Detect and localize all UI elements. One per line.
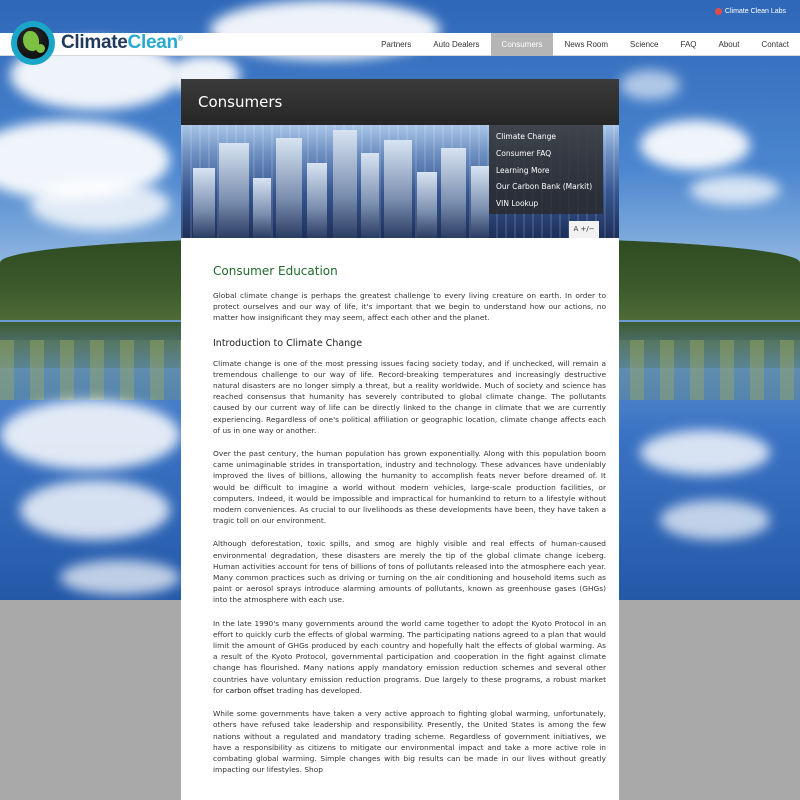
article-paragraph: Although deforestation, toxic spills, an… [213, 539, 606, 605]
logo-wordmark: ClimateClean® [61, 32, 183, 54]
section-menu-consumer-faq[interactable]: Consumer FAQ [496, 146, 603, 163]
panel-header: Consumers [181, 79, 619, 125]
section-menu-vin-lookup[interactable]: VIN Lookup [496, 196, 603, 213]
nav-item-consumers[interactable]: Consumers [490, 33, 554, 56]
logo-word-clean: Clean [127, 32, 179, 53]
article-paragraph: While some governments have taken a very… [213, 709, 606, 775]
labs-logo-icon [714, 8, 722, 15]
article-heading: Consumer Education [213, 264, 338, 278]
hero-city-image: Climate Change Consumer FAQ Learning Mor… [181, 125, 619, 238]
nav-item-about[interactable]: About [708, 33, 751, 56]
main-nav: Partners Auto Dealers Consumers News Roo… [370, 33, 800, 56]
nav-item-science[interactable]: Science [619, 33, 669, 56]
nav-item-news-room[interactable]: News Room [553, 33, 619, 56]
content-panel: Consumers Climate Change Consumer FAQ Le… [181, 79, 619, 800]
nav-item-partners[interactable]: Partners [370, 33, 422, 56]
site-logo[interactable]: ClimateClean® [11, 21, 183, 65]
page-title: Consumers [198, 93, 283, 111]
section-menu: Climate Change Consumer FAQ Learning Mor… [489, 125, 603, 214]
labs-link[interactable]: Climate Clean Labs [714, 8, 786, 15]
article-intro: Global climate change is perhaps the gre… [213, 291, 606, 323]
article-paragraph: In the late 1990's many governments arou… [213, 618, 606, 696]
logo-word-climate: Climate [61, 32, 128, 53]
carbon-offset-link[interactable]: carbon offset [226, 686, 275, 695]
section-menu-carbon-bank[interactable]: Our Carbon Bank (Markit) [496, 179, 603, 196]
font-size-toggle[interactable]: A +/− [569, 221, 599, 238]
article-subheading: Introduction to Climate Change [213, 337, 363, 349]
nav-item-auto-dealers[interactable]: Auto Dealers [422, 33, 490, 56]
article-body: Consumer Education Global climate change… [181, 238, 619, 775]
article-paragraph: Climate change is one of the most pressi… [213, 358, 606, 435]
article-paragraph: Over the past century, the human populat… [213, 449, 606, 526]
paragraph-text: In the late 1990's many governments arou… [213, 618, 606, 695]
registered-mark: ® [177, 35, 183, 43]
globe-icon [11, 21, 55, 65]
nav-item-faq[interactable]: FAQ [670, 33, 708, 56]
section-menu-learning-more[interactable]: Learning More [496, 163, 603, 180]
nav-item-contact[interactable]: Contact [750, 33, 800, 56]
labs-link-label: Climate Clean Labs [724, 8, 786, 15]
paragraph-text: trading has developed. [274, 685, 363, 695]
section-menu-climate-change[interactable]: Climate Change [496, 129, 603, 146]
